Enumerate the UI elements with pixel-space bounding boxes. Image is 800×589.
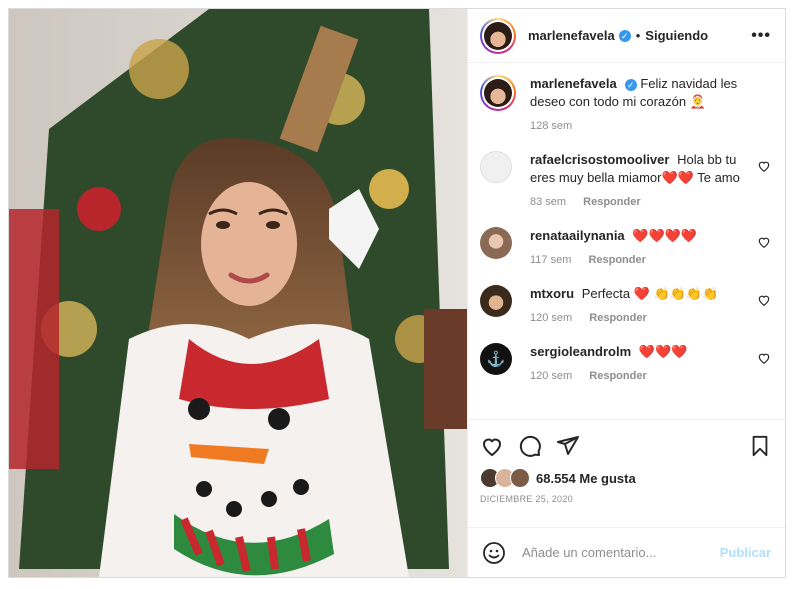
comment-like-heart-icon[interactable] [757,293,771,307]
separator-dot: • [635,28,641,43]
caption-avatar[interactable] [480,75,516,111]
comment-username[interactable]: mtxoru [530,286,574,301]
comment-text: Perfecta ❤️ 👏👏👏👏 [581,286,719,301]
verified-icon: ✓ [618,29,631,42]
post-modal: marlenefavela ✓ • Siguiendo ••• marlenef… [8,8,786,578]
comment-avatar[interactable] [480,227,512,259]
comment-time[interactable]: 120 sem [530,312,572,324]
comment-time[interactable]: 117 sem [530,254,571,266]
comment-input[interactable] [520,544,720,561]
post-header: marlenefavela ✓ • Siguiendo ••• [468,9,785,63]
post-date[interactable]: DICIEMBRE 25, 2020 [480,494,771,504]
comment-time[interactable]: 120 sem [530,370,572,382]
verified-icon: ✓ [624,78,637,91]
comment-icon[interactable] [518,434,542,458]
post-image [9,9,467,577]
comment-username[interactable]: rafaelcrisostomooliver [530,152,669,167]
add-comment-bar: Publicar [468,527,785,577]
post-actions: 68.554 Me gusta DICIEMBRE 25, 2020 [468,419,785,527]
caption-row: marlenefavela ✓ Feliz navidad les deseo c… [480,75,771,135]
comment-avatar[interactable] [480,285,512,317]
author-username[interactable]: marlenefavela [528,28,615,43]
comment-avatar[interactable]: ⚓ [480,343,512,375]
comment-row: ⚓ sergioleandrolm ❤️❤️❤️ 120 sem Respond… [480,343,771,385]
heart-icon[interactable] [480,434,504,458]
comment-like-heart-icon[interactable] [757,159,771,173]
reply-button[interactable]: Responder [589,312,646,324]
caption-username[interactable]: marlenefavela [530,76,617,91]
likes-summary[interactable]: 68.554 Me gusta [480,468,771,488]
comment-like-heart-icon[interactable] [757,235,771,249]
post-photo[interactable] [9,9,467,577]
author-avatar[interactable] [480,17,516,54]
comment-like-heart-icon[interactable] [757,351,771,365]
following-button[interactable]: Siguiendo [645,28,708,43]
comment-time[interactable]: 83 sem [530,196,566,208]
emoji-icon[interactable] [482,541,506,565]
bookmark-icon[interactable] [749,435,771,457]
comment-row: renataailynania ❤️❤️❤️❤️ 117 sem Respond… [480,227,771,269]
comment-username[interactable]: sergioleandrolm [530,344,631,359]
publish-button[interactable]: Publicar [720,545,771,560]
more-icon[interactable]: ••• [751,27,771,45]
comment-row: mtxoru Perfecta ❤️ 👏👏👏👏 120 sem Responde… [480,285,771,327]
comment-username[interactable]: renataailynania [530,228,625,243]
comment-row: rafaelcrisostomooliver Hola bb tu eres m… [480,151,771,211]
reply-button[interactable]: Responder [583,196,640,208]
post-side-panel: marlenefavela ✓ • Siguiendo ••• marlenef… [467,9,785,577]
comments-list[interactable]: marlenefavela ✓ Feliz navidad les deseo c… [468,63,785,419]
caption-time[interactable]: 128 sem [530,120,572,132]
reply-button[interactable]: Responder [589,370,646,382]
comment-text: ❤️❤️❤️❤️ [632,228,698,243]
likes-count[interactable]: 68.554 Me gusta [536,471,636,486]
comment-text: ❤️❤️❤️ [638,344,688,359]
comment-avatar[interactable] [480,151,512,183]
share-icon[interactable] [556,434,580,458]
reply-button[interactable]: Responder [588,254,645,266]
liker-avatar [510,468,530,488]
